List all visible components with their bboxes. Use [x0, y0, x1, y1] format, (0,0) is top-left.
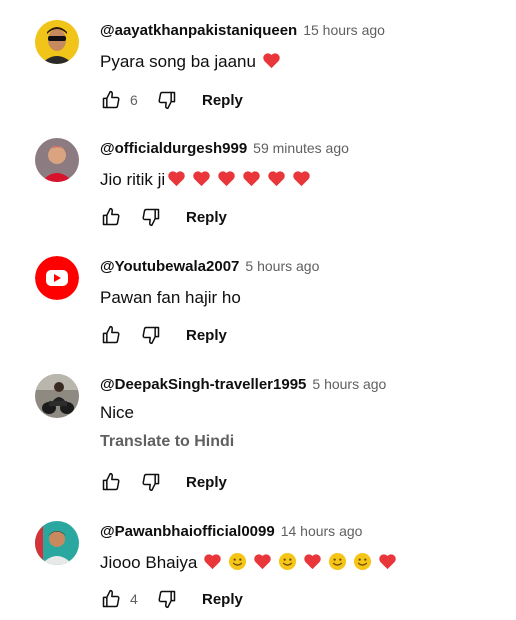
avatar[interactable]: [35, 138, 79, 182]
thumbs-down-icon: [142, 326, 160, 345]
avatar[interactable]: [35, 521, 79, 565]
comment-time[interactable]: 5 hours ago: [312, 376, 386, 392]
reply-button[interactable]: Reply: [186, 327, 227, 344]
comment-time[interactable]: 14 hours ago: [281, 523, 363, 539]
dislike-button[interactable]: [156, 588, 178, 610]
reply-button[interactable]: Reply: [186, 474, 227, 491]
thumbs-up-icon: [102, 90, 120, 109]
like-button[interactable]: [100, 206, 122, 228]
like-button[interactable]: [100, 324, 122, 346]
heart-emoji: [293, 171, 310, 187]
heart-emoji: [379, 554, 397, 570]
like-button[interactable]: [100, 588, 122, 610]
comment-text: Nice: [100, 403, 135, 422]
comment-author[interactable]: @officialdurgesh999: [100, 140, 247, 157]
dislike-button[interactable]: [156, 89, 178, 111]
like-button[interactable]: [100, 471, 122, 493]
thumbs-down-icon: [158, 590, 176, 609]
comment-time[interactable]: 5 hours ago: [245, 258, 319, 274]
heart-emoji: [304, 554, 322, 570]
heart-emoji: [168, 171, 185, 187]
comment-author[interactable]: @aayatkhanpakistaniqueen: [100, 22, 297, 39]
thumbs-up-icon: [102, 325, 120, 344]
smile-emoji: [329, 552, 347, 571]
reply-button[interactable]: Reply: [202, 591, 243, 608]
comment-text: Pyara song ba jaanu: [100, 50, 506, 74]
dislike-button[interactable]: [140, 471, 162, 493]
comment-text: Jiooo Bhaiya: [100, 551, 506, 575]
comment-time[interactable]: 15 hours ago: [303, 22, 385, 38]
smile-emoji: [354, 552, 372, 571]
like-count: 4: [130, 591, 138, 607]
reply-button[interactable]: Reply: [186, 209, 227, 226]
like-button[interactable]: [100, 89, 122, 111]
heart-emoji: [268, 171, 285, 187]
reply-button[interactable]: Reply: [202, 92, 243, 109]
heart-emoji: [263, 53, 280, 69]
thumbs-up-icon: [102, 207, 120, 226]
heart-emoji: [204, 554, 222, 570]
thumbs-up-icon: [102, 589, 120, 608]
avatar[interactable]: [35, 374, 79, 418]
comment-author[interactable]: @Pawanbhaiofficial0099: [100, 523, 275, 540]
thumbs-down-icon: [158, 91, 176, 110]
heart-emoji: [193, 171, 210, 187]
heart-emoji: [243, 171, 260, 187]
translate-link[interactable]: Translate to Hindi: [100, 431, 506, 453]
dislike-button[interactable]: [140, 206, 162, 228]
comment-author[interactable]: @Youtubewala2007: [100, 258, 239, 275]
like-count: 6: [130, 92, 138, 108]
avatar[interactable]: [35, 256, 79, 300]
comment-time[interactable]: 59 minutes ago: [253, 140, 349, 156]
avatar[interactable]: [35, 20, 79, 64]
smile-emoji: [229, 552, 247, 571]
comment-text: Jio ritik ji: [100, 168, 506, 192]
heart-emoji: [218, 171, 235, 187]
thumbs-down-icon: [142, 473, 160, 492]
heart-emoji: [254, 554, 272, 570]
comment-author[interactable]: @DeepakSingh-traveller1995: [100, 376, 306, 393]
dislike-button[interactable]: [140, 324, 162, 346]
thumbs-down-icon: [142, 208, 160, 227]
smile-emoji: [279, 552, 297, 571]
thumbs-up-icon: [102, 472, 120, 491]
comment-text: Pawan fan hajir ho: [100, 288, 241, 307]
